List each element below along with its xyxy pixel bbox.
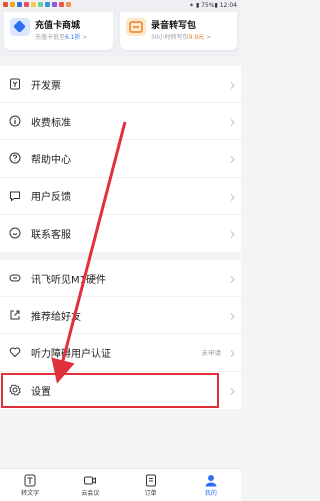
tab-label: 我的 bbox=[204, 489, 217, 497]
menu-item-label: 开发票 bbox=[31, 80, 61, 92]
card-icon bbox=[10, 18, 30, 36]
menu-item-label: 推荐给好友 bbox=[31, 311, 81, 323]
menu-item-settings[interactable]: 设置 bbox=[0, 372, 241, 409]
audio-pack-icon bbox=[126, 18, 146, 36]
app-notification-icon bbox=[59, 2, 64, 7]
menu-item-label: 帮助中心 bbox=[31, 154, 71, 166]
chevron-right-icon bbox=[230, 75, 235, 94]
tab-label: 云会议 bbox=[81, 489, 100, 497]
hardware-icon bbox=[8, 271, 22, 285]
promo-cards: 充值卡商城 充值卡低至6.1折 > 录音转写包 30小时转写仅9.9元 > bbox=[0, 12, 241, 56]
menu-item-label: 设置 bbox=[31, 386, 51, 398]
menu-item-label: 收费标准 bbox=[31, 117, 71, 129]
tab-label: 转文字 bbox=[21, 489, 40, 497]
menu-item-customer-service[interactable]: 联系客服 bbox=[0, 215, 241, 252]
menu-item-help[interactable]: 帮助中心 bbox=[0, 140, 241, 178]
chevron-right-icon bbox=[230, 269, 235, 288]
chevron-right-icon bbox=[230, 306, 235, 325]
transcription-pack[interactable]: 录音转写包 30小时转写仅9.9元 > bbox=[120, 12, 237, 50]
menu-item-label: 讯飞听见M1硬件 bbox=[31, 274, 106, 286]
menu-item-pricing[interactable]: 收费标准 bbox=[0, 103, 241, 141]
bottom-tab-bar: 转文字 云会议 订单 我的 bbox=[0, 468, 241, 501]
tab-label: 订单 bbox=[144, 489, 157, 497]
menu-item-label: 联系客服 bbox=[31, 229, 71, 241]
status-bar: ✶ ▮ 75%▮ 12:04 bbox=[0, 0, 241, 12]
chat-icon bbox=[8, 226, 22, 240]
app-notification-icon bbox=[3, 2, 8, 7]
app-notification-icon bbox=[66, 2, 71, 7]
app-notification-icon bbox=[38, 2, 43, 7]
chevron-right-icon bbox=[230, 343, 235, 362]
recharge-card-store[interactable]: 充值卡商城 充值卡低至6.1折 > bbox=[4, 12, 113, 50]
menu-list: 开发票 收费标准 帮助中心 用户反馈 联系客服 讯飞听见M1硬件 推荐给好友 听… bbox=[0, 66, 241, 409]
chevron-right-icon bbox=[230, 112, 235, 131]
status-bar-text: ✶ ▮ 75%▮ 12:04 bbox=[189, 2, 237, 9]
notification-icons bbox=[3, 2, 71, 7]
chevron-right-icon bbox=[230, 224, 235, 243]
menu-item-recommend[interactable]: 推荐给好友 bbox=[0, 297, 241, 335]
menu-group-1: 开发票 收费标准 帮助中心 用户反馈 联系客服 bbox=[0, 66, 241, 252]
card-subtitle: 30小时转写仅9.9元 > bbox=[151, 34, 212, 41]
card-title: 充值卡商城 bbox=[35, 21, 81, 31]
menu-item-hardware[interactable]: 讯飞听见M1硬件 bbox=[0, 260, 241, 298]
status-text: 未申请 bbox=[201, 349, 222, 358]
help-icon bbox=[8, 151, 22, 165]
gear-icon bbox=[8, 383, 22, 397]
app-notification-icon bbox=[10, 2, 15, 7]
card-subtitle: 充值卡低至6.1折 > bbox=[35, 34, 88, 41]
share-icon bbox=[8, 308, 22, 322]
order-icon bbox=[145, 474, 156, 486]
heart-icon bbox=[8, 345, 22, 359]
card-title: 录音转写包 bbox=[151, 21, 197, 31]
chevron-right-icon bbox=[230, 149, 235, 168]
menu-item-feedback[interactable]: 用户反馈 bbox=[0, 178, 241, 215]
profile-icon bbox=[205, 474, 217, 486]
tab-orders[interactable]: 订单 bbox=[121, 469, 181, 501]
chevron-right-icon bbox=[230, 186, 235, 205]
feedback-icon bbox=[8, 189, 22, 203]
menu-item-label: 听力障碍用户认证 bbox=[31, 348, 111, 360]
info-icon bbox=[8, 114, 22, 128]
app-notification-icon bbox=[31, 2, 36, 7]
chevron-right-icon bbox=[230, 381, 235, 400]
app-notification-icon bbox=[45, 2, 50, 7]
menu-item-hearing-certification[interactable]: 听力障碍用户认证 未申请 bbox=[0, 334, 241, 372]
tab-profile[interactable]: 我的 bbox=[181, 469, 241, 501]
app-notification-icon bbox=[52, 2, 57, 7]
app-notification-icon bbox=[24, 2, 29, 7]
menu-item-invoice[interactable]: 开发票 bbox=[0, 66, 241, 104]
tab-transcribe[interactable]: 转文字 bbox=[0, 469, 60, 501]
tab-cloud-meeting[interactable]: 云会议 bbox=[60, 469, 120, 501]
menu-group-2: 讯飞听见M1硬件 推荐给好友 听力障碍用户认证 未申请 设置 bbox=[0, 259, 241, 409]
app-notification-icon bbox=[17, 2, 22, 7]
video-icon bbox=[84, 476, 97, 484]
invoice-icon bbox=[8, 77, 22, 91]
transcribe-icon bbox=[24, 474, 36, 486]
menu-item-label: 用户反馈 bbox=[31, 192, 71, 204]
